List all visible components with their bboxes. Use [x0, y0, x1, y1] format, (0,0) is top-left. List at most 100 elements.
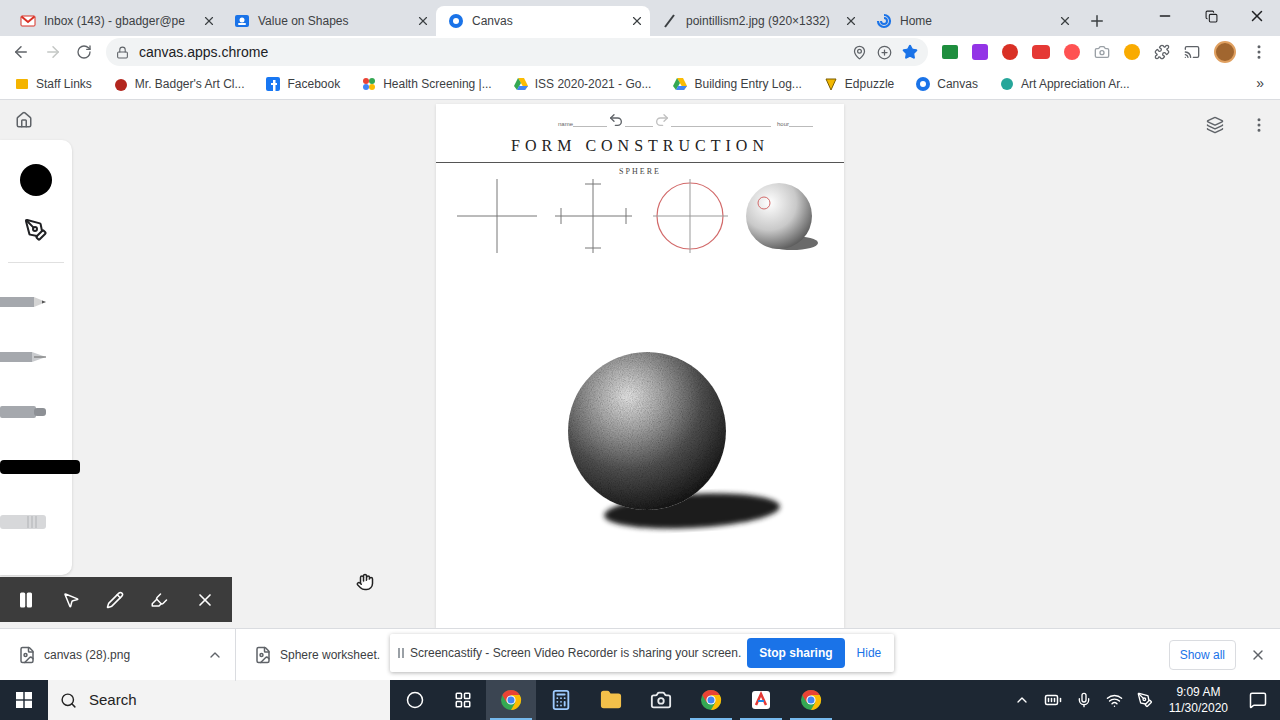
windows-start-icon[interactable] [16, 692, 32, 708]
extension-icon[interactable] [1064, 44, 1080, 60]
notifications-icon[interactable] [1249, 691, 1267, 709]
cast-icon[interactable] [1184, 44, 1200, 60]
undo-icon[interactable] [608, 112, 624, 128]
highlighter-icon[interactable] [150, 591, 168, 609]
location-icon[interactable] [852, 45, 867, 60]
new-tab-icon[interactable] [1088, 12, 1106, 30]
extension-icon[interactable] [972, 44, 988, 60]
close-download-bar-icon[interactable] [1250, 647, 1266, 663]
browser-tab[interactable]: Canvas [436, 6, 650, 36]
extension-icon[interactable] [942, 45, 958, 59]
browser-tab[interactable]: Value on Shapes [222, 6, 436, 36]
menu-icon[interactable] [1250, 43, 1268, 61]
extensions-icon[interactable] [1154, 44, 1170, 60]
taskbar-search[interactable]: Search [48, 680, 390, 720]
bookmark-favicon-icon [672, 76, 688, 92]
omnibox[interactable]: canvas.apps.chrome [106, 38, 928, 66]
more-options-icon[interactable] [1250, 116, 1268, 134]
bookmark[interactable]: ISS 2020-2021 - Go... [513, 75, 652, 93]
clock[interactable]: 9:09 AM11/30/2020 [1161, 684, 1236, 716]
pen-tool-icon[interactable] [0, 348, 84, 366]
chalk-tool-icon[interactable] [0, 458, 84, 476]
chrome-icon [799, 688, 823, 712]
close-tab-icon[interactable] [630, 14, 644, 28]
color-swatch[interactable] [20, 164, 52, 196]
hour-label: hour [777, 120, 789, 128]
bookmark[interactable]: Staff Links [14, 75, 92, 93]
stroke-size-icon[interactable] [24, 218, 48, 242]
extension-icon[interactable] [1124, 44, 1140, 60]
stop-sharing-button[interactable]: Stop sharing [747, 638, 844, 668]
close-tab-icon[interactable] [416, 14, 430, 28]
bookmarks-bar: Staff Links Mr. Badger's Art Cl... Faceboo… [0, 68, 1280, 100]
extension-icon[interactable] [1032, 45, 1050, 59]
layers-icon[interactable] [1206, 116, 1224, 134]
taskbar-app[interactable] [736, 680, 786, 720]
taskbar-app[interactable] [686, 680, 736, 720]
pencil-tool-icon[interactable] [0, 293, 84, 311]
install-icon[interactable] [877, 45, 892, 60]
pen-workspace-icon[interactable] [1137, 692, 1153, 708]
bookmark[interactable]: Mr. Badger's Art Cl... [113, 75, 245, 93]
minimize-icon[interactable] [1157, 8, 1173, 24]
pause-icon[interactable] [17, 591, 35, 609]
download-options-icon[interactable] [207, 647, 223, 663]
bookmark-star-icon[interactable] [902, 44, 918, 60]
lock-icon [116, 46, 129, 59]
battery-icon[interactable] [1044, 691, 1062, 709]
restore-icon[interactable] [1205, 10, 1218, 23]
close-icon[interactable] [195, 590, 215, 610]
show-all-button[interactable]: Show all [1169, 640, 1236, 670]
pen-icon[interactable] [106, 591, 124, 609]
drawing-tool[interactable] [0, 513, 84, 531]
mouse-cursor-icon [356, 573, 374, 591]
drawing-tool[interactable] [0, 403, 84, 421]
close-tab-icon[interactable] [844, 14, 858, 28]
bookmark-favicon-icon [361, 76, 377, 92]
close-tab-icon[interactable] [1058, 14, 1072, 28]
browser-tab[interactable]: Inbox (143) - gbadger@pe [8, 6, 222, 36]
profile-avatar-icon[interactable] [1214, 41, 1236, 63]
bookmark[interactable]: Art Appreciation Ar... [999, 75, 1130, 93]
reload-icon[interactable] [76, 44, 92, 60]
redo-icon[interactable] [654, 112, 670, 128]
cortana-icon[interactable] [406, 691, 424, 709]
taskbar-app[interactable] [786, 680, 836, 720]
taskbar-app[interactable] [486, 680, 536, 720]
bookmark[interactable]: Health Screening |... [361, 75, 492, 93]
hidden-icons-icon[interactable] [1014, 692, 1030, 708]
browser-tab[interactable]: pointillism2.jpg (920×1332) [650, 6, 864, 36]
microphone-icon[interactable] [1076, 692, 1092, 708]
extension-icon[interactable] [1002, 44, 1018, 60]
taskbar-app[interactable] [536, 680, 586, 720]
forward-icon[interactable] [44, 43, 62, 61]
taskbar-app[interactable] [636, 680, 686, 720]
marker-tool-icon[interactable] [0, 403, 84, 421]
screenshot-extension-icon[interactable] [1094, 44, 1110, 60]
bookmark[interactable]: Edpuzzle [823, 75, 894, 93]
drawing-tool[interactable] [0, 348, 84, 366]
bookmark[interactable]: Facebook [265, 75, 340, 93]
wifi-icon[interactable] [1106, 692, 1123, 709]
browser-tab[interactable]: Home [864, 6, 1078, 36]
file-explorer-icon [600, 689, 622, 711]
download-item[interactable]: canvas (28).png [0, 629, 236, 681]
bookmark[interactable]: Canvas [915, 75, 978, 93]
eraser-tool-icon[interactable] [0, 513, 84, 531]
close-window-icon[interactable] [1248, 7, 1266, 25]
cursor-icon[interactable] [62, 591, 80, 609]
download-item[interactable]: Sphere worksheet. [236, 629, 392, 681]
worksheet-paper[interactable]: namehourFORM CONSTRUCTIONSPHERE [436, 104, 844, 628]
back-icon[interactable] [12, 43, 30, 61]
close-tab-icon[interactable] [202, 14, 216, 28]
bookmark[interactable]: Building Entry Log... [672, 75, 801, 93]
drag-handle-icon[interactable] [398, 648, 404, 658]
bookmarks-overflow[interactable]: » [1256, 73, 1264, 94]
home-icon[interactable] [15, 111, 33, 129]
task-view-icon[interactable] [454, 691, 472, 709]
drawing-tool[interactable] [0, 293, 84, 311]
drawing-tool[interactable] [0, 458, 84, 476]
hide-button[interactable]: Hide [851, 644, 888, 662]
bookmark-favicon-icon [265, 76, 281, 92]
taskbar-app[interactable] [586, 680, 636, 720]
